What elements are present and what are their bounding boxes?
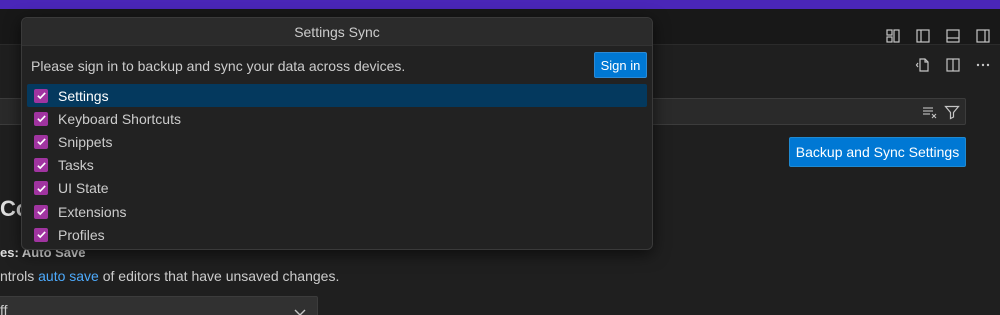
sync-item-settings[interactable]: Settings — [27, 84, 647, 108]
sync-item-extensions[interactable]: Extensions — [27, 200, 647, 223]
layout-controls — [884, 27, 992, 45]
checkbox[interactable] — [34, 204, 48, 219]
toggle-secondary-sidebar-icon[interactable] — [974, 27, 992, 45]
sync-item-tasks[interactable]: Tasks — [27, 154, 647, 177]
sync-item-label: Extensions — [58, 203, 127, 220]
sync-item-profiles[interactable]: Profiles — [27, 223, 647, 246]
checkbox[interactable] — [34, 158, 48, 173]
sync-item-keyboard-shortcuts[interactable]: Keyboard Shortcuts — [27, 107, 647, 130]
search-actions — [921, 103, 961, 121]
sync-item-label: Settings — [58, 87, 109, 104]
sync-item-label: UI State — [58, 180, 109, 197]
auto-save-dropdown[interactable]: ff — [0, 296, 318, 315]
split-editor-icon[interactable] — [944, 56, 962, 74]
settings-sync-quickpick: Settings Sync Please sign in to backup a… — [21, 17, 653, 250]
clear-filter-icon[interactable] — [921, 103, 939, 121]
checkbox[interactable] — [34, 227, 48, 242]
filter-icon[interactable] — [943, 103, 961, 121]
checkbox[interactable] — [34, 181, 48, 196]
editor-actions — [914, 56, 992, 74]
sync-item-snippets[interactable]: Snippets — [27, 130, 647, 153]
toggle-panel-icon[interactable] — [944, 27, 962, 45]
setting-description-suffix: of editors that have unsaved changes. — [98, 268, 340, 284]
checkbox[interactable] — [34, 111, 48, 126]
checkbox[interactable] — [34, 88, 48, 103]
open-settings-json-icon[interactable] — [914, 56, 932, 74]
sync-item-label: Profiles — [58, 226, 105, 243]
more-actions-icon[interactable] — [974, 56, 992, 74]
sync-item-label: Tasks — [58, 157, 94, 174]
setting-description-text: ntrols — [0, 268, 39, 284]
quickpick-title: Settings Sync — [22, 18, 652, 46]
customize-layout-icon[interactable] — [884, 27, 902, 45]
sync-item-label: Keyboard Shortcuts — [58, 110, 181, 127]
chevron-down-icon — [291, 303, 309, 315]
title-accent-strip — [0, 0, 1000, 9]
toggle-primary-sidebar-icon[interactable] — [914, 27, 932, 45]
checkbox[interactable] — [34, 134, 48, 149]
sync-items-list: Settings Keyboard Shortcuts Snippets Tasks U… — [27, 84, 647, 246]
sign-in-button[interactable]: Sign in — [594, 52, 647, 78]
setting-description: ntrols auto save of editors that have un… — [0, 268, 339, 284]
dropdown-value: ff — [0, 302, 8, 315]
quickpick-message: Please sign in to backup and sync your d… — [31, 58, 406, 74]
auto-save-link[interactable]: auto save — [38, 268, 99, 284]
sync-item-ui-state[interactable]: UI State — [27, 177, 647, 200]
sync-item-label: Snippets — [58, 133, 113, 150]
backup-and-sync-settings-button[interactable]: Backup and Sync Settings — [789, 137, 966, 167]
